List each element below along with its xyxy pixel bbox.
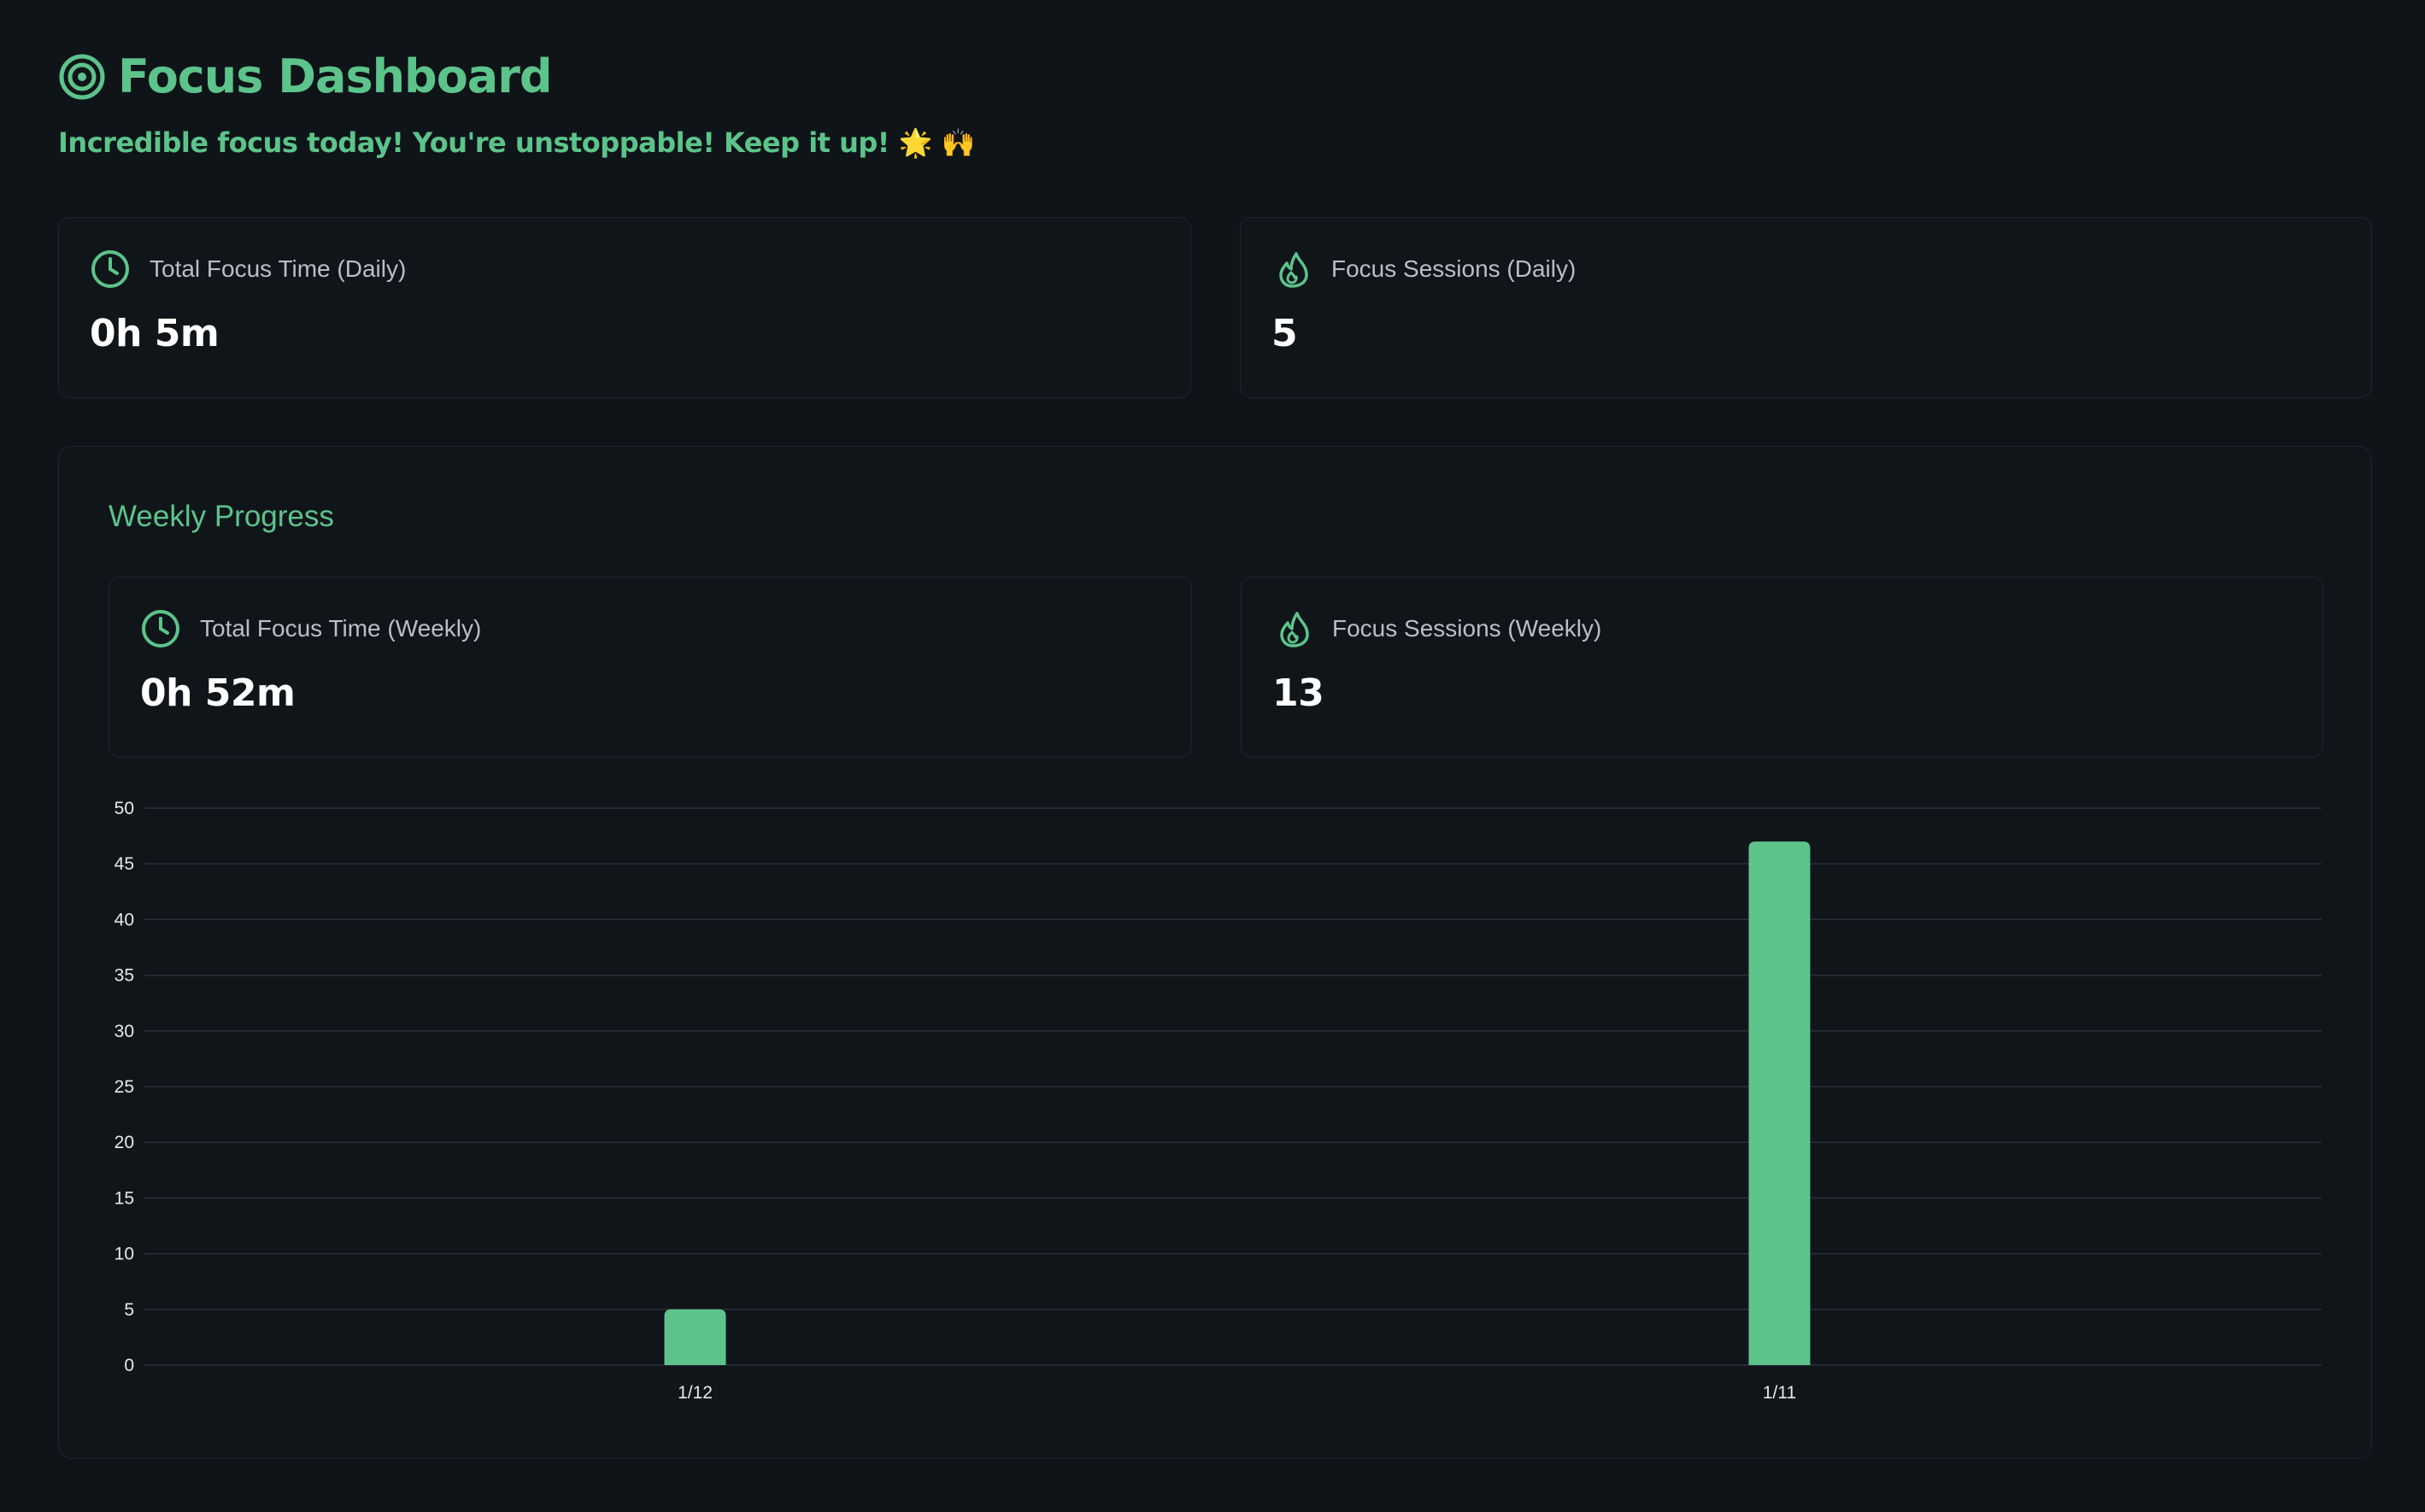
daily-focus-sessions-label: Focus Sessions (Daily) (1331, 255, 1577, 282)
y-tick-label: 45 (114, 854, 134, 874)
page-title: Focus Dashboard (118, 50, 553, 103)
clock-icon (91, 250, 129, 288)
flame-icon (1279, 252, 1308, 288)
y-tick-label: 20 (114, 1133, 134, 1152)
y-tick-label: 40 (114, 910, 134, 929)
y-tick-label: 25 (114, 1077, 134, 1097)
y-tick-label: 35 (114, 966, 134, 986)
bar-1-11[interactable] (1748, 841, 1811, 1365)
target-icon (59, 54, 105, 99)
x-tick-label: 1/11 (1763, 1383, 1796, 1403)
bar-1-12[interactable] (664, 1309, 726, 1365)
weekly-progress-section: Weekly Progress Total Focus Time (Weekly… (58, 446, 2372, 1459)
daily-focus-sessions-value: 5 (1271, 312, 1298, 355)
daily-focus-time-value: 0h 5m (90, 312, 220, 355)
y-tick-label: 15 (114, 1188, 134, 1208)
y-tick-label: 10 (114, 1245, 134, 1264)
weekly-focus-bar-chart: 0 5 10 15 20 25 30 35 40 45 50 1/12 1/11 (114, 799, 2322, 1403)
y-tick-label: 30 (114, 1022, 134, 1041)
motivation-message: Incredible focus today! You're unstoppab… (58, 126, 975, 159)
daily-focus-sessions-card: Focus Sessions (Daily) 5 (1240, 217, 2372, 398)
header: Focus Dashboard (58, 50, 553, 103)
y-tick-label: 5 (124, 1300, 134, 1320)
y-tick-label: 0 (124, 1356, 134, 1375)
y-tick-label: 50 (114, 799, 134, 818)
daily-focus-time-card: Total Focus Time (Daily) 0h 5m (58, 217, 1191, 398)
daily-focus-time-label: Total Focus Time (Daily) (150, 255, 407, 282)
focus-dashboard: Focus Dashboard Incredible focus today! … (0, 0, 2425, 1512)
x-tick-label: 1/12 (678, 1383, 713, 1403)
